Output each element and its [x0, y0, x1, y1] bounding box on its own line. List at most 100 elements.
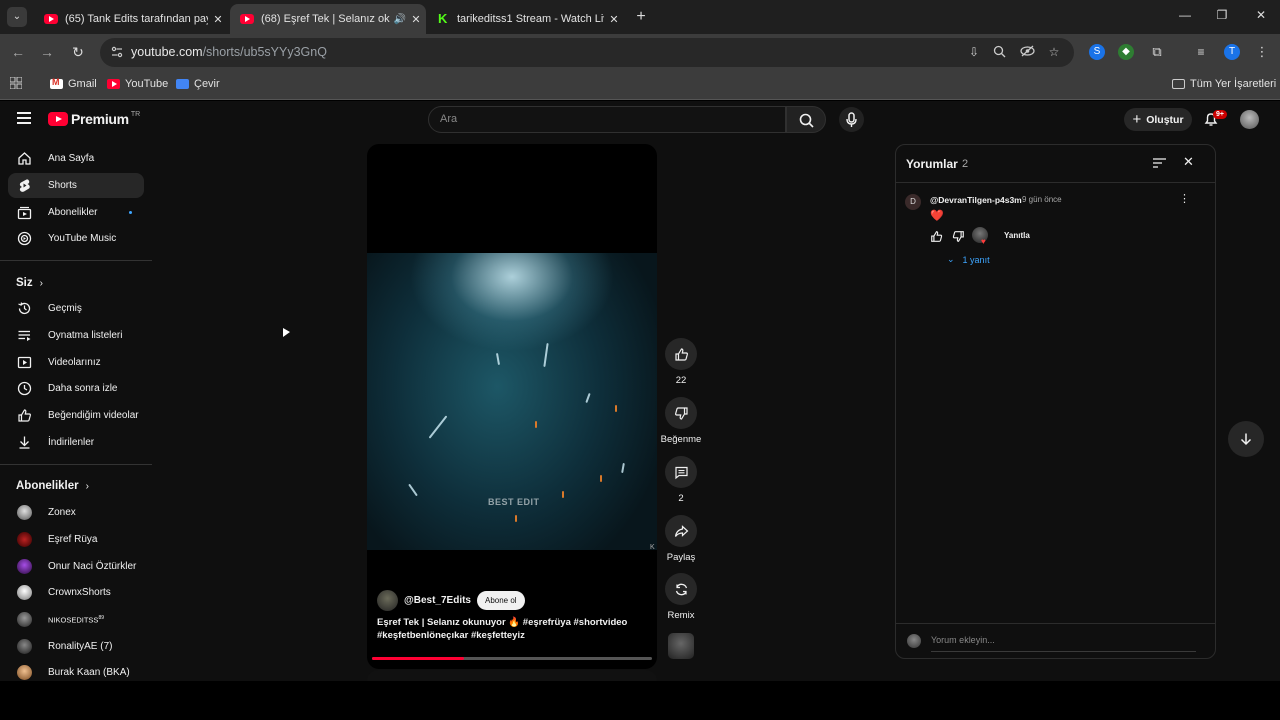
sound-thumbnail[interactable] [668, 633, 694, 659]
section-title: Abonelikler [16, 480, 79, 492]
sidebar-item-label: Shorts [48, 180, 77, 191]
voice-search-button[interactable] [839, 107, 864, 132]
account-avatar[interactable] [1240, 110, 1259, 129]
translate-icon [176, 79, 189, 89]
subscription-item-burak-kaan[interactable]: Burak Kaan (BKA) [8, 660, 144, 681]
video-detail [515, 515, 517, 522]
sidebar-item-your-videos[interactable]: Videolarınız [8, 350, 144, 375]
install-app-icon[interactable]: ⇩ [966, 45, 982, 59]
search-input[interactable]: Ara [428, 106, 786, 133]
extension-icon[interactable]: S [1089, 44, 1105, 60]
subscription-item-crownxshorts[interactable]: CrownxShorts [8, 580, 144, 605]
commenter-avatar[interactable]: D [905, 194, 921, 210]
sidebar-you-heading[interactable]: Siz › [16, 277, 43, 289]
watch-later-icon [17, 381, 32, 396]
sidebar-item-label: Burak Kaan (BKA) [48, 667, 130, 678]
next-short-preview[interactable] [367, 670, 657, 681]
chevron-right-icon: › [85, 480, 89, 492]
zoom-icon[interactable] [993, 45, 1009, 58]
subscription-item-esref-ruya[interactable]: Eşref Rüya [8, 527, 144, 552]
video-frame[interactable]: BEST EDIT [367, 253, 657, 550]
video-detail [543, 342, 549, 368]
apps-grid-icon[interactable] [10, 77, 22, 89]
sidebar-item-youtube-music[interactable]: YouTube Music [8, 226, 144, 251]
reload-icon[interactable]: ↻ [69, 43, 87, 61]
notification-badge: 9+ [1213, 110, 1227, 119]
sidebar-item-subscriptions[interactable]: Abonelikler [8, 200, 144, 225]
sidebar-item-playlists[interactable]: Oynatma listeleri [8, 323, 144, 348]
channel-name[interactable]: @Best_7Edits [404, 595, 471, 606]
subscription-item-zonex[interactable]: Zonex [8, 500, 144, 525]
speaker-icon[interactable]: 🔊 [394, 14, 406, 25]
back-icon[interactable]: ← [9, 43, 27, 61]
browser-tab-3[interactable]: K tarikeditss1 Stream - Watch Live ✕ [428, 4, 624, 34]
media-control-icon[interactable]: ≡ [1193, 44, 1209, 60]
minimize-icon[interactable]: — [1175, 8, 1195, 22]
sidebar-item-downloads[interactable]: İndirilenler [8, 430, 144, 455]
subscription-item-onur-naci[interactable]: Onur Naci Öztürkler [8, 554, 144, 579]
download-icon [17, 435, 32, 450]
next-short-button[interactable] [1228, 421, 1264, 457]
comments-panel: Yorumlar 2 ✕ D @DevranTilgen-p4s3m 9 gün… [895, 144, 1216, 659]
extension-icon[interactable]: ◆ [1118, 44, 1134, 60]
tracking-protection-icon[interactable] [1020, 45, 1036, 57]
profile-avatar[interactable]: T [1224, 44, 1240, 60]
bookmark-translate[interactable]: Çevir [176, 78, 220, 90]
subscription-item-nikoseditss[interactable]: NIKOSEDITSS89 [8, 607, 144, 632]
search-button[interactable] [786, 106, 826, 133]
view-replies-button[interactable]: ⌄ 1 yanıt [947, 254, 990, 265]
video-detail [600, 475, 602, 482]
bookmark-star-icon[interactable]: ☆ [1046, 45, 1062, 59]
subscription-item-ronalityae[interactable]: RonalityAE (7) [8, 634, 144, 659]
search-icon [799, 113, 814, 128]
sidebar-item-home[interactable]: Ana Sayfa [8, 146, 144, 171]
sort-icon[interactable] [1152, 157, 1167, 169]
close-tab-icon[interactable]: ✕ [208, 13, 228, 26]
bookmark-gmail[interactable]: Gmail [50, 77, 97, 90]
comment-time[interactable]: 9 gün önce [1022, 195, 1062, 204]
extensions-puzzle-icon[interactable]: ⧉ [1149, 44, 1165, 60]
history-icon [17, 301, 32, 316]
dislike-button[interactable]: Beğenme [660, 397, 702, 445]
youtube-logo[interactable]: Premium TR [48, 111, 140, 127]
site-info-icon[interactable] [110, 45, 124, 59]
shorts-player[interactable]: BEST EDIT @Best_7Edits Abone ol Eşref Te… [367, 144, 657, 669]
close-tab-icon[interactable]: ✕ [604, 13, 624, 26]
close-icon[interactable]: ✕ [1183, 154, 1194, 170]
create-button[interactable]: + Oluştur [1124, 108, 1192, 131]
sidebar-item-watch-later[interactable]: Daha sonra izle [8, 376, 144, 401]
browser-tab-2[interactable]: (68) Eşref Tek | Selanız okun 🔊 ✕ [230, 4, 426, 34]
sidebar-item-history[interactable]: Geçmiş [8, 296, 144, 321]
browser-tab-1[interactable]: (65) Tank Edits tarafından payla ✕ [34, 4, 228, 34]
forward-icon[interactable]: → [38, 43, 56, 61]
all-bookmarks[interactable]: Tüm Yer İşaretleri [1172, 78, 1276, 90]
share-button[interactable]: Paylaş [660, 515, 702, 563]
comment-like-icon[interactable] [930, 230, 943, 243]
window-close-icon[interactable]: ✕ [1251, 8, 1271, 22]
remix-button[interactable]: Remix [660, 573, 702, 621]
bookmark-youtube[interactable]: YouTube [107, 78, 168, 90]
menu-icon[interactable] [17, 112, 31, 124]
subscribe-button[interactable]: Abone ol [477, 591, 525, 610]
sidebar-item-shorts[interactable]: Shorts [8, 173, 144, 198]
like-button[interactable]: 22 [660, 338, 702, 386]
sidebar-subscriptions-heading[interactable]: Abonelikler › [16, 480, 89, 492]
new-tab-button[interactable]: + [632, 8, 650, 26]
reply-button[interactable]: Yanıtla [1004, 231, 1030, 240]
sidebar-item-label: İndirilenler [48, 437, 95, 448]
bookmark-label: Çevir [194, 78, 220, 90]
maximize-icon[interactable]: ❐ [1212, 8, 1232, 22]
video-progress-bar[interactable] [372, 657, 652, 660]
comment-author[interactable]: @DevranTilgen-p4s3m [930, 195, 1022, 205]
remix-icon [665, 573, 697, 605]
close-tab-icon[interactable]: ✕ [406, 13, 426, 26]
sidebar-item-liked-videos[interactable]: Beğendiğim videolar [8, 403, 144, 428]
channel-avatar[interactable] [377, 590, 398, 611]
browser-menu-icon[interactable]: ⋮ [1254, 44, 1270, 60]
comments-button[interactable]: 2 [660, 456, 702, 504]
address-bar[interactable]: youtube.com/shorts/ub5sYYy3GnQ ⇩ ☆ [100, 38, 1074, 67]
more-options-icon[interactable]: ⋮ [1179, 192, 1190, 205]
comment-input[interactable]: Yorum ekleyin... [931, 635, 995, 645]
tab-search-button[interactable]: ⌄ [7, 7, 27, 27]
comment-dislike-icon[interactable] [952, 230, 965, 243]
